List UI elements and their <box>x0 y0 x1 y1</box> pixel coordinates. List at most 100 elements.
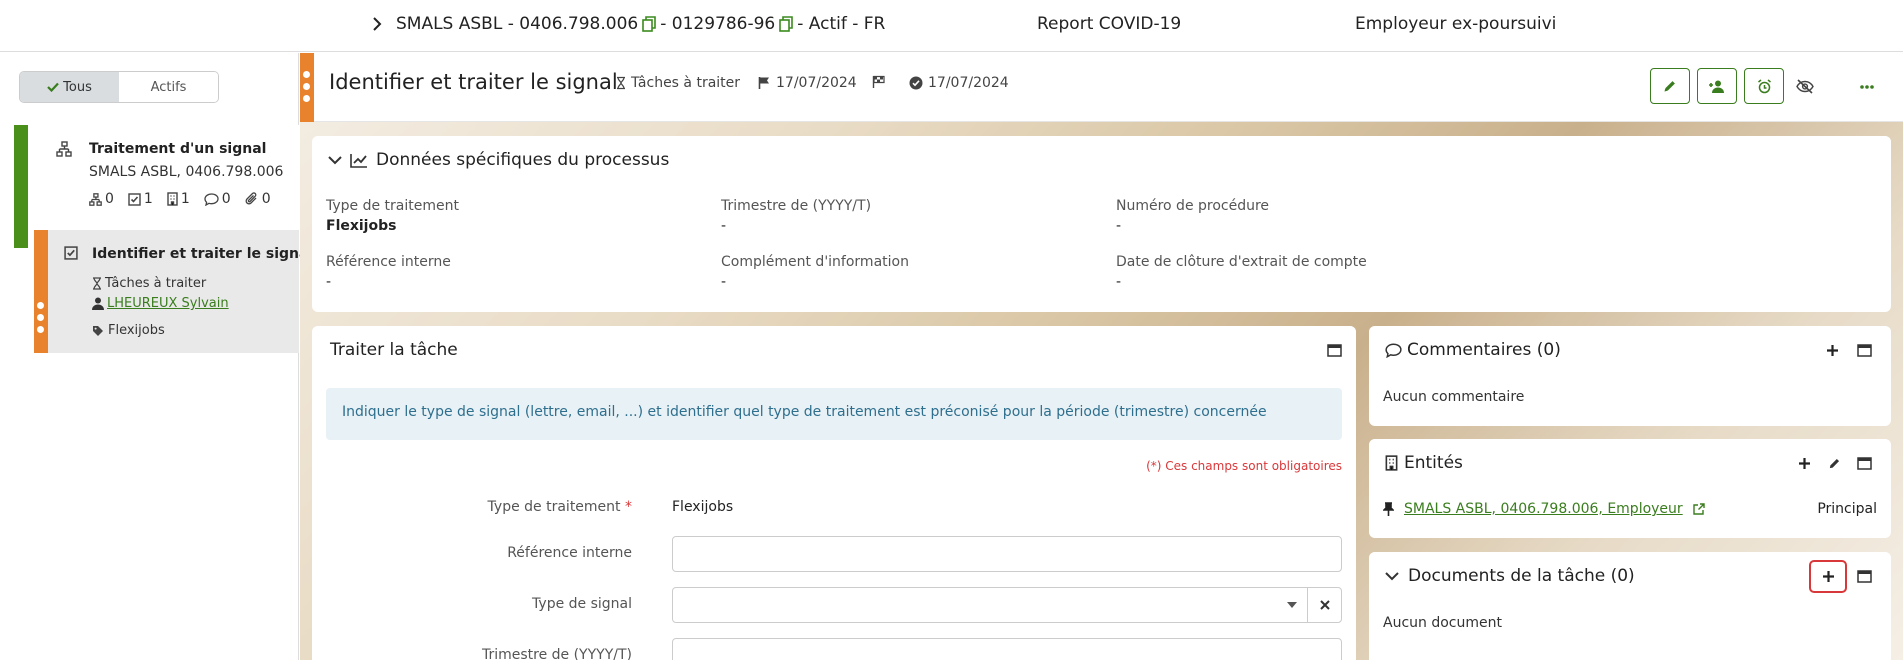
entity-count-value: 1 <box>180 191 190 207</box>
add-entity-button[interactable] <box>1791 450 1817 476</box>
task-status: Tâches à traiter <box>92 276 206 291</box>
documents-header: Documents de la tâche (0) <box>1369 552 1891 600</box>
window-maximize-icon <box>1856 343 1872 357</box>
field-label: Numéro de procédure <box>1116 198 1270 214</box>
field-complement: Complément d'information - <box>721 254 909 290</box>
type-traitement-label-text: Type de traitement <box>487 499 621 515</box>
add-document-button[interactable] <box>1809 559 1847 593</box>
field-value: - <box>326 274 332 290</box>
required-asterisk: * <box>625 499 632 515</box>
documents-panel: Documents de la tâche (0) Aucun document <box>1369 552 1891 660</box>
entity-link[interactable]: SMALS ASBL, 0406.798.006, Employeur <box>1404 501 1683 517</box>
eye-slash-icon[interactable] <box>1796 79 1814 94</box>
task-card[interactable]: Identifier et traiter le signal Tâches à… <box>34 230 313 353</box>
field-label: Type de traitement <box>326 198 459 214</box>
copy-icon[interactable] <box>779 16 794 32</box>
task-done-date: 17/07/2024 <box>909 75 1009 91</box>
chevron-down-icon[interactable] <box>328 155 342 165</box>
field-date-cloture: Date de clôture d'extrait de compte - <box>1116 254 1367 290</box>
required-note: (*) Ces champs sont obligatoires <box>1146 459 1342 473</box>
hourglass-icon <box>616 76 626 90</box>
checkbox-icon <box>128 192 141 206</box>
comment-count: 0 <box>204 191 231 207</box>
assign-user-button[interactable] <box>1697 68 1737 104</box>
external-link-icon[interactable] <box>1692 503 1705 515</box>
field-value: - <box>1116 274 1122 290</box>
process-data-header[interactable]: Données spécifiques du processus <box>312 136 1891 184</box>
window-maximize-icon <box>1856 569 1872 583</box>
field-value: - <box>721 218 727 234</box>
alarm-clock-icon <box>1757 78 1772 94</box>
hourglass-icon <box>92 277 102 290</box>
task-status-label: Tâches à traiter <box>631 75 741 91</box>
pencil-icon <box>1828 457 1841 470</box>
comment-icon <box>1385 343 1402 358</box>
subprocess-count: 0 <box>89 191 114 207</box>
process-data-panel: Données spécifiques du processus Type de… <box>312 136 1891 312</box>
task-form-title: Traiter la tâche <box>330 340 458 360</box>
check-icon <box>47 82 59 92</box>
row-type-signal: Type de signal <box>312 587 1342 623</box>
report-label: Report COVID-19 <box>1037 14 1182 34</box>
comments-header: Commentaires (0) <box>1369 326 1891 374</box>
edit-entity-button[interactable] <box>1821 450 1847 476</box>
filter-active-button[interactable]: Actifs <box>119 72 218 102</box>
sitemap-icon <box>89 192 102 206</box>
task-due-date: 17/07/2024 <box>758 75 857 91</box>
task-tag: Flexijobs <box>92 323 165 338</box>
chevron-down-icon[interactable] <box>1385 571 1399 581</box>
task-header: Identifier et traiter le signal Tâches à… <box>300 53 1903 122</box>
field-label: Trimestre de (YYYY/T) <box>721 198 872 214</box>
entities-title: Entités <box>1404 453 1463 473</box>
reference-label: Référence interne <box>507 545 632 561</box>
task-title: Identifier et traiter le signal <box>329 70 618 94</box>
building-icon <box>167 192 178 206</box>
checkered-flag-icon <box>872 75 886 89</box>
plus-icon <box>1798 457 1811 470</box>
task-header-menu-handle[interactable] <box>303 71 310 102</box>
subprocess-count-value: 0 <box>105 191 114 207</box>
task-count: 1 <box>128 191 153 207</box>
row-trimestre: Trimestre de (YYYY/T) <box>312 638 1342 660</box>
add-comment-button[interactable] <box>1819 337 1845 363</box>
signal-select[interactable] <box>672 587 1342 623</box>
sidebar: Tous Actifs Traitement d'un signal SMALS… <box>0 53 313 660</box>
reference-input[interactable] <box>672 536 1342 572</box>
maximize-entities-button[interactable] <box>1851 450 1877 476</box>
field-value: - <box>1116 218 1122 234</box>
finish-flag <box>872 75 886 89</box>
comment-icon <box>204 192 219 206</box>
link-count-value: 0 <box>261 191 271 207</box>
checkbox-icon <box>64 246 78 260</box>
edit-button[interactable] <box>1650 68 1690 104</box>
user-icon <box>92 297 104 310</box>
link-count: 0 <box>245 191 271 207</box>
maximize-comments-button[interactable] <box>1851 337 1877 363</box>
comments-title: Commentaires (0) <box>1407 340 1561 360</box>
org-status: - Actif - FR <box>797 14 886 34</box>
trimestre-input[interactable] <box>672 638 1342 660</box>
task-instructions: Indiquer le type de signal (lettre, emai… <box>326 388 1342 440</box>
task-status: Tâches à traiter <box>616 75 740 91</box>
field-label: Date de clôture d'extrait de compte <box>1116 254 1367 270</box>
clear-select-button[interactable] <box>1307 588 1341 622</box>
chevron-right-icon[interactable] <box>370 17 384 31</box>
task-assignee: LHEUREUX Sylvain <box>92 296 229 311</box>
window-maximize-icon <box>1856 456 1872 470</box>
reminder-button[interactable] <box>1744 68 1784 104</box>
more-options-icon[interactable] <box>1860 85 1874 89</box>
signal-select-value[interactable] <box>673 588 1307 622</box>
org-breadcrumb: SMALS ASBL - 0406.798.006 - 0129786-96 -… <box>370 14 885 34</box>
filter-all-button[interactable]: Tous <box>20 72 119 102</box>
filter-all-label: Tous <box>63 79 92 95</box>
task-menu-handle[interactable] <box>37 302 44 333</box>
paperclip-icon <box>245 192 259 206</box>
copy-icon[interactable] <box>642 16 657 32</box>
field-value: - <box>721 274 727 290</box>
window-maximize-icon[interactable] <box>1327 343 1342 357</box>
maximize-documents-button[interactable] <box>1851 563 1877 589</box>
task-assignee-link[interactable]: LHEUREUX Sylvain <box>107 296 229 311</box>
entities-panel: Entités SMALS ASBL, 0406.798.006, Employ… <box>1369 439 1891 538</box>
task-header-accent <box>300 53 314 122</box>
top-bar: SMALS ASBL - 0406.798.006 - 0129786-96 -… <box>0 0 1903 52</box>
